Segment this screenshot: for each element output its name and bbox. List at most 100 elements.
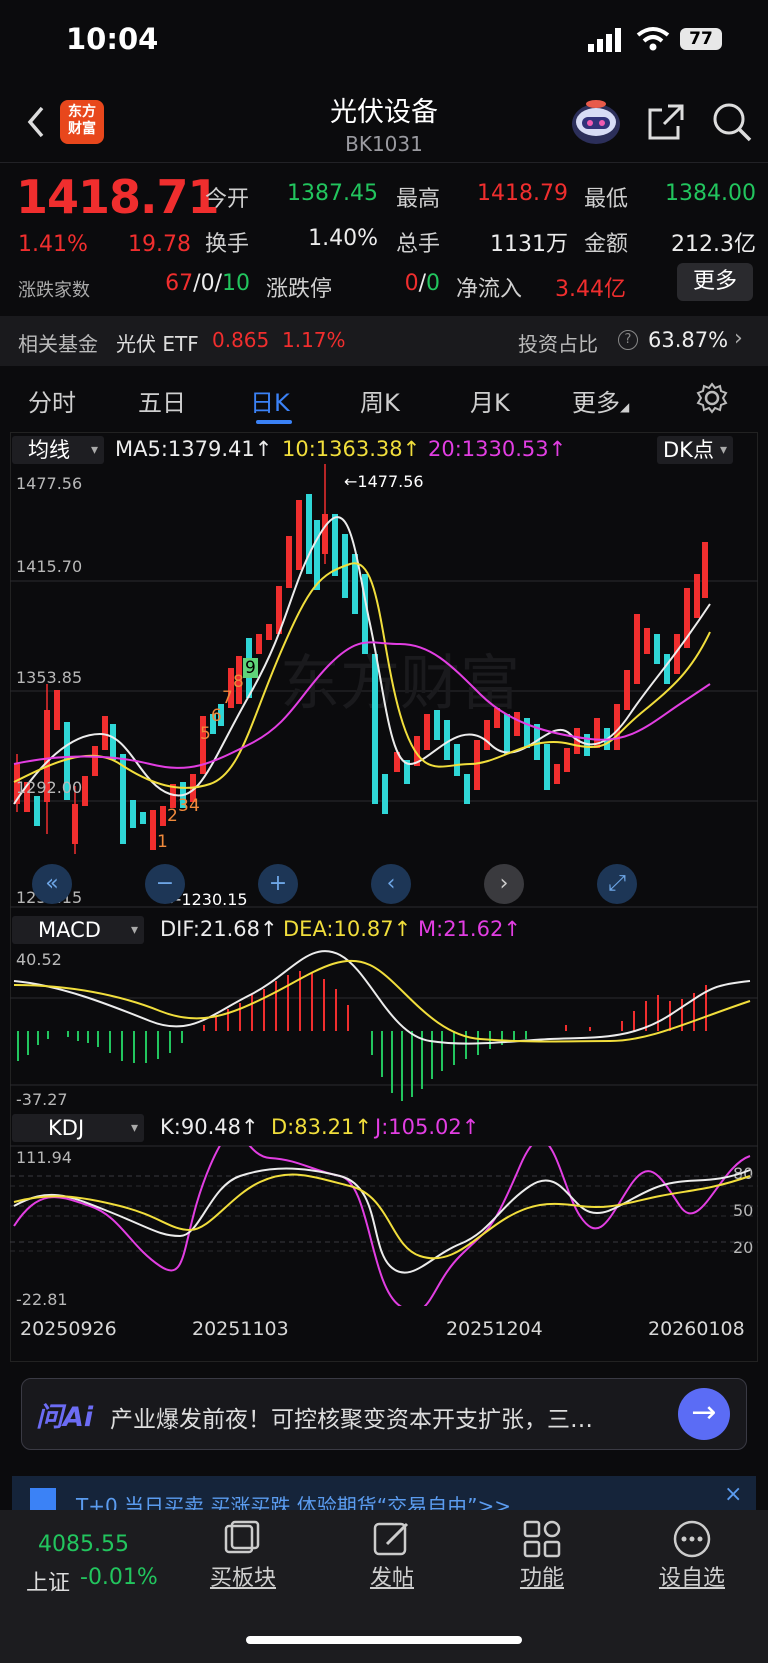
more-button[interactable]: 更多	[677, 263, 753, 301]
fullscreen-button[interactable]: ⤢	[597, 864, 637, 904]
td-count-4: 4	[189, 796, 200, 816]
td-count-7: 7	[222, 688, 233, 708]
date-label-2: 20251103	[192, 1318, 289, 1340]
ma10-value: 10:1363.38↑	[282, 437, 421, 461]
scroll-right-button[interactable]: ›	[484, 864, 524, 904]
high-marker: ←1477.56	[344, 472, 424, 491]
td-count-6: 6	[211, 706, 222, 726]
arrow-right-icon[interactable]: →	[678, 1388, 730, 1440]
kdj-chart-svg	[10, 1146, 758, 1306]
td-count-5: 5	[200, 724, 211, 744]
td-count-1: 1	[157, 832, 168, 852]
low-label: 最低	[584, 187, 629, 212]
megaphone-icon	[30, 1488, 56, 1510]
index-pct[interactable]: -0.01%	[80, 1565, 158, 1590]
last-price: 1418.71	[16, 170, 220, 224]
macd-m: M:21.62↑	[418, 917, 521, 941]
kdj-d: D:83.21↑	[271, 1115, 372, 1139]
tab-fenshi[interactable]: 分时	[28, 383, 76, 418]
change-amount: 19.78	[128, 232, 191, 257]
fund-pct: 1.17%	[282, 328, 346, 352]
macd-chart-svg	[13, 950, 751, 1101]
kdj-j: J:105.02↑	[375, 1115, 480, 1139]
zoom-in-button[interactable]: +	[258, 864, 298, 904]
td-count-2: 2	[167, 806, 178, 826]
low-value: 1384.00	[665, 181, 756, 206]
macd-dropdown[interactable]: MACD	[12, 916, 144, 944]
change-percent: 1.41%	[18, 232, 88, 257]
kdj-dropdown[interactable]: KDJ	[12, 1114, 144, 1142]
index-value[interactable]: 4085.55	[38, 1532, 129, 1557]
active-tab-indicator	[256, 420, 292, 424]
battery-icon: 77	[680, 28, 722, 50]
ratio-label: 投资占比	[518, 332, 598, 356]
close-icon[interactable]: ×	[724, 1482, 742, 1507]
ticker-text: T+0 当日买卖 买涨买跌 体验期货“交易自由”>>	[76, 1494, 512, 1510]
fund-label: 相关基金	[18, 332, 98, 356]
ai-robot-icon[interactable]	[570, 98, 622, 146]
tab-5day[interactable]: 五日	[138, 383, 186, 418]
amount-label: 金额	[584, 232, 629, 257]
volume-label: 总手	[396, 232, 441, 257]
td-count-9: 9	[243, 658, 258, 678]
ai-logo: 问Ai	[36, 1402, 94, 1433]
functions-grid-icon[interactable]	[521, 1518, 563, 1560]
status-time: 10:04	[66, 22, 159, 56]
related-fund-row[interactable]: 相关基金 光伏 ETF 0.865 1.17% 投资占比 ? 63.87% ›	[0, 318, 768, 366]
open-value: 1387.45	[287, 181, 378, 206]
turnover-value: 1.40%	[308, 226, 378, 251]
y-label-4: 1292.00	[16, 778, 83, 797]
post-edit-icon[interactable]	[371, 1518, 413, 1560]
promo-ticker[interactable]: T+0 当日买卖 买涨买跌 体验期货“交易自由”>> ×	[12, 1476, 756, 1510]
scroll-left-button[interactable]: ‹	[371, 864, 411, 904]
nav-buy-sector[interactable]: 买板块	[209, 1560, 277, 1592]
limit-counts: 0/0	[404, 271, 440, 296]
ratio-value: 63.87%	[648, 328, 729, 352]
turnover-label: 换手	[205, 232, 250, 257]
updown-count-label: 涨跌家数	[18, 280, 90, 301]
dk-point-dropdown[interactable]: DK点	[657, 436, 733, 464]
td-count-3: 3	[178, 796, 189, 816]
wifi-icon	[636, 27, 670, 51]
fund-price: 0.865	[212, 328, 270, 352]
ma5-value: MA5:1379.41↑	[115, 437, 273, 461]
signal-icon	[588, 28, 621, 52]
help-icon[interactable]: ?	[618, 330, 638, 350]
status-icons: 77	[588, 24, 728, 54]
tab-daily-k[interactable]: 日K	[250, 383, 290, 418]
y-label-3: 1353.85	[16, 668, 83, 687]
share-icon[interactable]	[646, 102, 686, 142]
y-label-top: 1477.56	[16, 474, 83, 493]
search-icon[interactable]	[710, 100, 754, 144]
high-value: 1418.79	[477, 181, 568, 206]
netflow-label: 净流入	[456, 277, 523, 302]
index-name[interactable]: 上证	[26, 1565, 70, 1597]
zoom-out-button[interactable]: −	[145, 864, 185, 904]
nav-add-watchlist[interactable]: 设自选	[657, 1560, 727, 1592]
date-label-1: 20250926	[20, 1318, 117, 1340]
scroll-start-button[interactable]: «	[32, 864, 72, 904]
open-label: 今开	[205, 187, 250, 212]
nav-post[interactable]: 发帖	[366, 1560, 418, 1592]
ma-dropdown[interactable]: 均线	[12, 436, 104, 464]
chevron-right-icon: ›	[734, 326, 743, 351]
ma20-value: 20:1330.53↑	[428, 437, 567, 461]
ai-prompt-text[interactable]: 产业爆发前夜！可控核聚变资本开支扩张，三…	[110, 1400, 650, 1434]
nav-functions[interactable]: 功能	[516, 1560, 568, 1592]
watermark: 东方财富	[280, 649, 520, 719]
limit-label: 涨跌停	[266, 277, 333, 302]
tab-more[interactable]: 更多◢	[572, 383, 629, 418]
date-label-4: 20260108	[648, 1318, 745, 1340]
amount-value: 212.3亿	[671, 232, 756, 257]
updown-counts: 67/0/10	[165, 271, 250, 296]
sector-trade-icon[interactable]	[220, 1518, 262, 1560]
tab-monthly-k[interactable]: 月K	[470, 383, 510, 418]
macd-dif: DIF:21.68↑	[160, 917, 278, 941]
settings-gear-icon[interactable]	[696, 382, 728, 414]
macd-dea: DEA:10.87↑	[283, 917, 412, 941]
kdj-k: K:90.48↑	[160, 1115, 259, 1139]
tab-weekly-k[interactable]: 周K	[360, 383, 400, 418]
more-dots-icon[interactable]	[671, 1518, 713, 1560]
netflow-value: 3.44亿	[555, 277, 626, 302]
date-label-3: 20251204	[446, 1318, 543, 1340]
